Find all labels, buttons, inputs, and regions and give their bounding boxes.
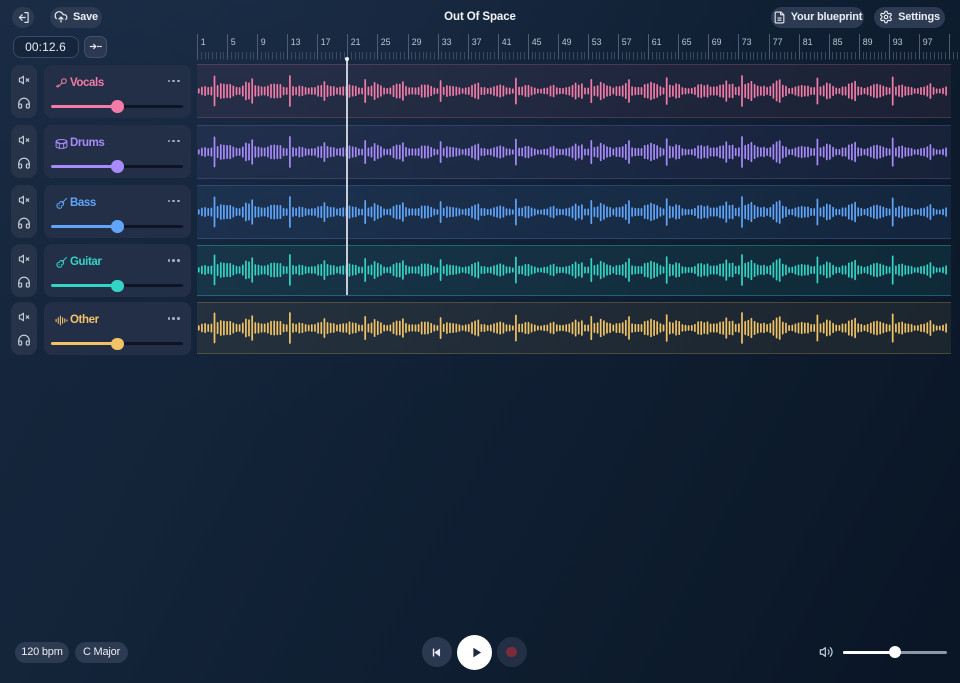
svg-text:85: 85 — [833, 37, 843, 47]
svg-text:33: 33 — [442, 37, 452, 47]
svg-text:37: 37 — [472, 37, 482, 47]
svg-text:25: 25 — [381, 37, 391, 47]
svg-text:53: 53 — [592, 37, 602, 47]
svg-text:1: 1 — [201, 37, 206, 47]
svg-text:29: 29 — [412, 37, 422, 47]
svg-text:89: 89 — [863, 37, 873, 47]
svg-text:65: 65 — [682, 37, 692, 47]
svg-text:49: 49 — [562, 37, 572, 47]
svg-text:93: 93 — [893, 37, 903, 47]
svg-text:21: 21 — [351, 37, 361, 47]
svg-text:9: 9 — [261, 37, 266, 47]
svg-text:5: 5 — [231, 37, 236, 47]
svg-text:57: 57 — [622, 37, 632, 47]
svg-text:45: 45 — [532, 37, 542, 47]
svg-text:13: 13 — [291, 37, 301, 47]
svg-text:97: 97 — [923, 37, 933, 47]
svg-text:69: 69 — [712, 37, 722, 47]
svg-text:17: 17 — [321, 37, 331, 47]
svg-text:41: 41 — [502, 37, 512, 47]
svg-text:73: 73 — [742, 37, 752, 47]
svg-text:61: 61 — [652, 37, 662, 47]
svg-text:81: 81 — [803, 37, 813, 47]
svg-text:77: 77 — [773, 37, 783, 47]
